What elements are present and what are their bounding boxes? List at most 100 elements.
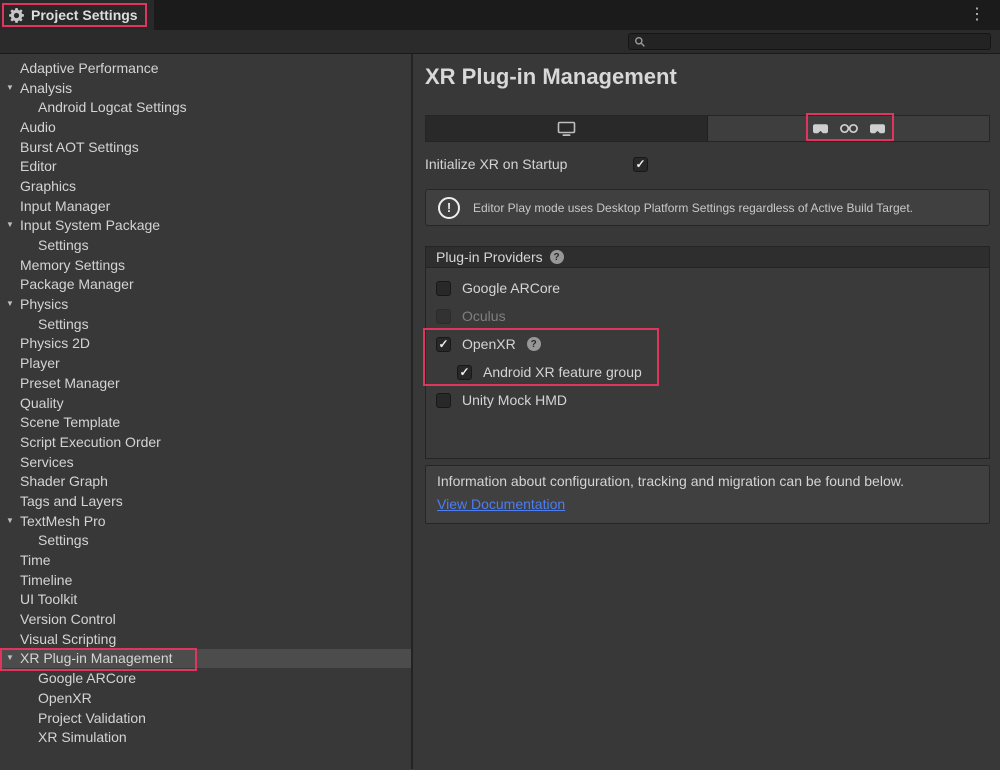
sidebar-item-label: Audio [20,119,56,135]
sidebar-item-analysis[interactable]: ▼ Analysis [0,78,411,98]
sidebar-item-google-arcore[interactable]: Google ARCore [0,668,411,688]
settings-list: Adaptive Performance ▼ Analysis Android Log… [0,54,413,769]
foldout-open-icon[interactable]: ▼ [6,516,14,524]
sidebar-item-time[interactable]: Time [0,550,411,570]
sidebar-item-ui-toolkit[interactable]: UI Toolkit [0,590,411,610]
sidebar-item-textmesh-pro[interactable]: ▼ TextMesh Pro [0,511,411,531]
openxr-checkbox[interactable]: ✓ [436,337,451,352]
sidebar-item-label: Scene Template [20,414,120,430]
vr-headset-icon [812,123,829,135]
sidebar-item-label: Android Logcat Settings [38,99,187,115]
search-icon [634,36,646,48]
desktop-monitor-icon [557,120,576,137]
provider-label: Unity Mock HMD [462,392,567,408]
provider-label: Oculus [462,308,506,324]
sidebar-item-label: Script Execution Order [20,434,161,450]
search-box[interactable] [628,33,991,50]
play-mode-note: Editor Play mode uses Desktop Platform S… [473,201,913,215]
sidebar-item-preset-manager[interactable]: Preset Manager [0,373,411,393]
sidebar-item-editor[interactable]: Editor [0,156,411,176]
sidebar-item-player[interactable]: Player [0,353,411,373]
sidebar-item-settings[interactable]: Settings [0,314,411,334]
sidebar-item-xr-simulation[interactable]: XR Simulation [0,727,411,747]
sidebar-item-package-manager[interactable]: Package Manager [0,275,411,295]
provider-row-oculus: Oculus [426,302,989,330]
sidebar-item-input-manager[interactable]: Input Manager [0,196,411,216]
sidebar-item-adaptive-performance[interactable]: Adaptive Performance [0,58,411,78]
sidebar-item-version-control[interactable]: Version Control [0,609,411,629]
sidebar-item-quality[interactable]: Quality [0,393,411,413]
sidebar-item-project-validation[interactable]: Project Validation [0,708,411,728]
provider-list: Google ARCoreOculus✓OpenXR?✓Android XR f… [426,268,989,458]
sidebar-item-settings[interactable]: Settings [0,235,411,255]
sidebar-item-input-system-package[interactable]: ▼Input System Package [0,216,411,236]
sidebar-item-label: XR Simulation [38,729,127,745]
foldout-open-icon[interactable]: ▼ [6,83,14,91]
plugin-providers-header: Plug-in Providers ? [426,247,989,268]
plugin-providers-title: Plug-in Providers [436,249,543,265]
sidebar-item-timeline[interactable]: Timeline [0,570,411,590]
sidebar-item-label: Analysis [20,80,72,96]
sidebar-item-label: Visual Scripting [20,631,116,647]
platform-tabstrip [425,115,990,142]
google-arcore-checkbox[interactable] [436,281,451,296]
sidebar-item-physics-2d[interactable]: Physics 2D [0,334,411,354]
sidebar-item-label: Player [20,355,60,371]
sidebar-item-label: Time [20,552,51,568]
initialize-xr-checkbox[interactable]: ✓ [633,157,648,172]
sidebar-item-memory-settings[interactable]: Memory Settings [0,255,411,275]
xr-glasses-icon [839,122,859,135]
tab-desktop-platform[interactable] [426,116,707,141]
sidebar-item-label: Package Manager [20,276,134,292]
initialize-xr-label: Initialize XR on Startup [425,156,633,172]
project-settings-tab[interactable]: Project Settings [0,0,154,30]
sidebar-item-visual-scripting[interactable]: Visual Scripting [0,629,411,649]
sidebar-item-tags-and-layers[interactable]: Tags and Layers [0,491,411,511]
sidebar-item-graphics[interactable]: Graphics [0,176,411,196]
kebab-menu-icon[interactable]: ⋮ [966,7,988,23]
sidebar-item-settings[interactable]: Settings [0,531,411,551]
sidebar-item-xr-plug-in-management[interactable]: ▼XR Plug-in Management [0,649,411,669]
provider-label: OpenXR [462,336,516,352]
sidebar-item-burst-aot-settings[interactable]: Burst AOT Settings [0,137,411,157]
page-title: XR Plug-in Management [425,64,990,91]
sidebar-item-physics[interactable]: ▼Physics [0,294,411,314]
sidebar-item-label: Editor [20,158,57,174]
mr-headset-icon [869,123,886,135]
sidebar-item-label: Adaptive Performance [20,60,159,76]
documentation-info-text: Information about configuration, trackin… [437,473,978,489]
content-area: Adaptive Performance ▼ Analysis Android Log… [0,54,1000,769]
foldout-open-icon[interactable]: ▼ [6,221,14,229]
foldout-open-icon[interactable]: ▼ [6,654,14,662]
window-title: Project Settings [31,7,138,23]
sidebar-item-label: Settings [38,316,89,332]
sidebar-item-label: Shader Graph [20,473,108,489]
search-input[interactable] [651,34,985,49]
sidebar-item-label: OpenXR [38,690,92,706]
android-xr-feature-group-checkbox[interactable]: ✓ [457,365,472,380]
foldout-open-icon[interactable]: ▼ [6,300,14,308]
unity-mock-hmd-checkbox[interactable] [436,393,451,408]
provider-row-unity-mock-hmd: Unity Mock HMD [426,386,989,414]
sidebar-item-label: Preset Manager [20,375,120,391]
provider-label: Google ARCore [462,280,560,296]
plugin-providers-section: Plug-in Providers ? Google ARCore Oculus ✓… [425,246,990,459]
help-icon[interactable]: ? [527,337,541,351]
view-documentation-link[interactable]: View Documentation [437,496,565,512]
sidebar-item-label: Settings [38,237,89,253]
sidebar-item-openxr[interactable]: OpenXR [0,688,411,708]
sidebar-item-audio[interactable]: Audio [0,117,411,137]
provider-row-openxr: ✓ OpenXR? [426,330,989,358]
sidebar-item-android-logcat-settings[interactable]: Android Logcat Settings [0,97,411,117]
sidebar-item-shader-graph[interactable]: Shader Graph [0,471,411,491]
sidebar-item-scene-template[interactable]: Scene Template [0,412,411,432]
sidebar-item-services[interactable]: Services [0,452,411,472]
initialize-xr-row: Initialize XR on Startup ✓ [425,155,990,173]
sidebar-item-label: Physics 2D [20,335,90,351]
sidebar-item-label: TextMesh Pro [20,513,106,529]
help-icon[interactable]: ? [550,250,564,264]
documentation-helpbox: Information about configuration, trackin… [425,465,990,524]
tab-android-xr-platform[interactable] [707,116,989,141]
sidebar-item-script-execution-order[interactable]: Script Execution Order [0,432,411,452]
sidebar-item-label: Graphics [20,178,76,194]
